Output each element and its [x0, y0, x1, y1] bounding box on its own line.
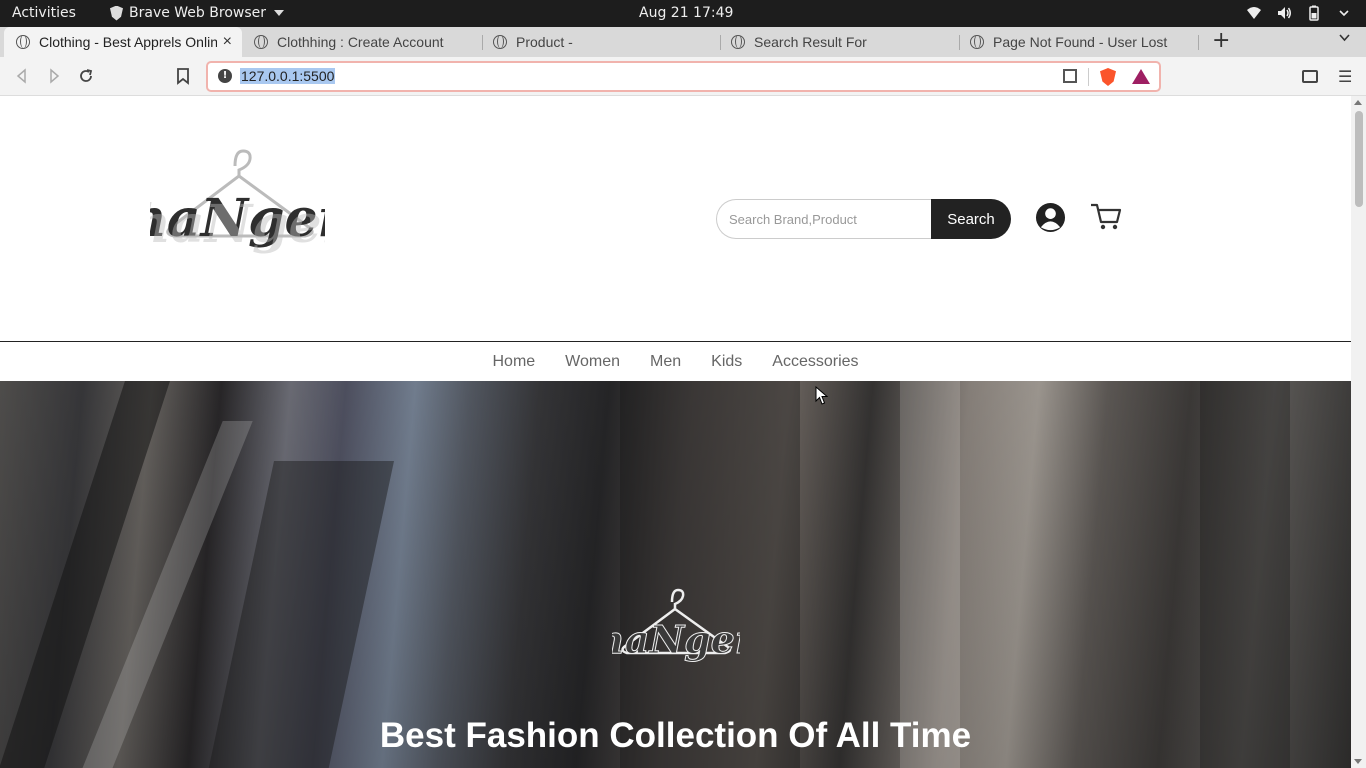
- tab-create-account[interactable]: Clothhing : Create Account: [242, 27, 480, 57]
- scrollbar-thumb[interactable]: [1355, 111, 1363, 207]
- brave-logo-icon: [110, 5, 123, 21]
- globe-icon: [254, 35, 268, 49]
- address-bar[interactable]: ! 127.0.0.1:5500: [206, 61, 1161, 92]
- cart-icon[interactable]: [1089, 202, 1123, 232]
- hero-brand-text: haNger: [612, 617, 740, 662]
- activities-button[interactable]: Activities: [12, 5, 76, 21]
- menu-icon[interactable]: ☰: [1338, 67, 1352, 86]
- hero-stripe: [1200, 381, 1290, 768]
- tab-strip: Clothing - Best Apprels Online × Clothhi…: [0, 27, 1366, 57]
- main-nav: Home Women Men Kids Accessories: [0, 343, 1351, 381]
- tab-title: Search Result For: [754, 34, 867, 50]
- tab-page-not-found[interactable]: Page Not Found - User Lost: [958, 27, 1196, 57]
- tab-title: Clothing - Best Apprels Online: [39, 34, 217, 50]
- mouse-pointer-icon: [815, 386, 829, 405]
- tab-title: Product -: [516, 34, 573, 50]
- page-scrollbar[interactable]: [1351, 96, 1366, 768]
- wallet-icon[interactable]: [1302, 70, 1318, 83]
- app-name: Brave Web Browser: [129, 5, 266, 21]
- globe-icon: [493, 35, 507, 49]
- nav-men[interactable]: Men: [650, 353, 681, 371]
- brand-text-shadow: haNger: [150, 194, 325, 255]
- nav-home[interactable]: Home: [492, 353, 535, 371]
- site-info-icon[interactable]: !: [218, 69, 232, 83]
- scroll-down-icon[interactable]: [1354, 759, 1362, 764]
- hanger-logo[interactable]: haNger haNger: [150, 146, 325, 266]
- system-tray[interactable]: [1246, 5, 1352, 21]
- hero-stripe: [620, 381, 800, 768]
- tab-title: Clothhing : Create Account: [277, 34, 444, 50]
- system-top-bar: Activities Brave Web Browser Aug 21 17:4…: [0, 0, 1366, 27]
- battery-icon: [1309, 5, 1319, 21]
- caret-down-icon: [274, 10, 284, 16]
- hero-banner: haNger Best Fashion Collection Of All Ti…: [0, 381, 1351, 768]
- page-viewport: haNger haNger Search Home Women Men Kids…: [0, 96, 1351, 768]
- search-button[interactable]: Search: [931, 199, 1011, 239]
- volume-icon: [1278, 7, 1291, 19]
- clock[interactable]: Aug 21 17:49: [639, 5, 733, 21]
- app-menu[interactable]: Brave Web Browser: [110, 5, 284, 21]
- tab-product[interactable]: Product -: [481, 27, 719, 57]
- hero-stripe: [900, 381, 960, 768]
- brave-rewards-icon[interactable]: [1132, 69, 1150, 84]
- tab-divider: [1198, 35, 1199, 50]
- urlbar-divider: [1088, 68, 1089, 86]
- nav-kids[interactable]: Kids: [711, 353, 742, 371]
- bookmark-icon[interactable]: [173, 66, 193, 86]
- close-icon[interactable]: ×: [223, 33, 232, 51]
- globe-icon: [16, 35, 30, 49]
- new-tab-icon[interactable]: +: [1212, 30, 1230, 52]
- user-icon[interactable]: [1035, 202, 1066, 233]
- chevron-down-icon[interactable]: [1338, 31, 1351, 44]
- tab-clothing-home[interactable]: Clothing - Best Apprels Online ×: [4, 27, 242, 57]
- brave-shields-icon[interactable]: [1100, 68, 1116, 86]
- tab-search-result[interactable]: Search Result For: [719, 27, 957, 57]
- globe-icon: [731, 35, 745, 49]
- site-header: haNger haNger Search: [0, 96, 1351, 342]
- browser-toolbar: ! 127.0.0.1:5500 ☰: [0, 57, 1366, 96]
- globe-icon: [970, 35, 984, 49]
- back-icon[interactable]: [12, 66, 32, 86]
- tab-title: Page Not Found - User Lost: [993, 34, 1168, 50]
- scroll-up-icon[interactable]: [1354, 100, 1362, 105]
- url-text[interactable]: 127.0.0.1:5500: [240, 68, 336, 84]
- nav-accessories[interactable]: Accessories: [772, 353, 858, 371]
- reload-icon[interactable]: [76, 66, 96, 86]
- hero-stripe: [0, 381, 170, 768]
- qr-icon[interactable]: [1063, 69, 1077, 83]
- hero-hanger-logo: haNger: [612, 588, 740, 663]
- nav-women[interactable]: Women: [565, 353, 620, 371]
- wifi-icon: [1247, 7, 1261, 19]
- power-menu-icon: [1339, 10, 1349, 17]
- hero-title: Best Fashion Collection Of All Time: [379, 716, 972, 755]
- forward-icon[interactable]: [44, 66, 64, 86]
- search-input[interactable]: [716, 199, 932, 239]
